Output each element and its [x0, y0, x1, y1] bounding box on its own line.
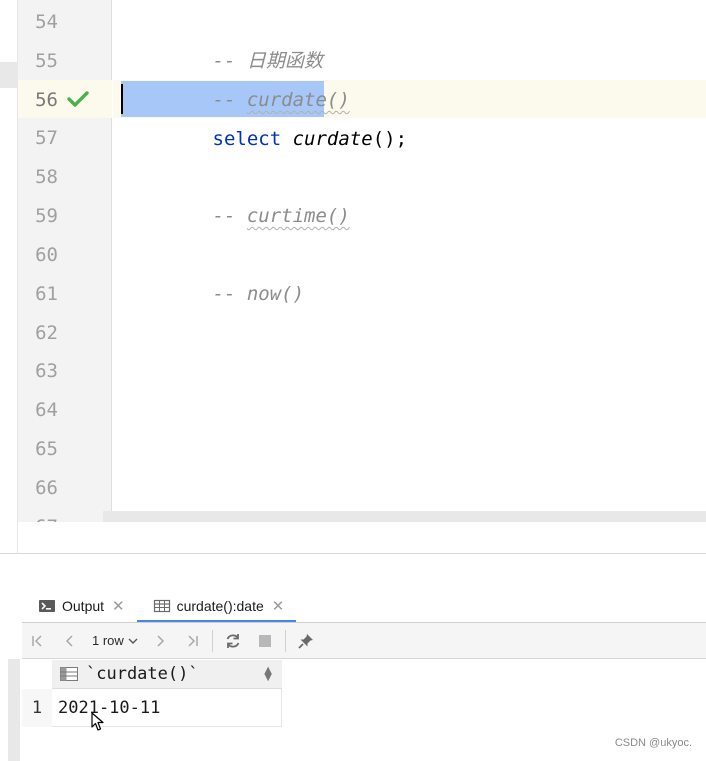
- left-tool-strip: [0, 0, 18, 553]
- table-cell[interactable]: 2021-10-11: [52, 689, 282, 727]
- close-icon[interactable]: ✕: [272, 597, 285, 615]
- line-number: 65: [35, 438, 58, 460]
- comment-prefix: --: [212, 204, 247, 227]
- line-gutter: 54 55 56 57 58 59 60 61 62 63 64 65 66 6…: [18, 0, 112, 522]
- comment-prefix: --: [212, 282, 247, 305]
- column-name: `curdate()`: [86, 664, 199, 684]
- line-number: 61: [35, 283, 58, 305]
- result-toolbar: 1 row: [22, 623, 706, 659]
- line-number: 66: [35, 477, 58, 499]
- tab-output[interactable]: Output ✕: [22, 590, 137, 622]
- line-number: 55: [35, 50, 58, 72]
- rows-dropdown[interactable]: 1 row: [86, 627, 144, 655]
- mouse-cursor-icon: [91, 712, 104, 731]
- sql-punctuation: ();: [372, 127, 408, 150]
- line-number-current: 56: [35, 89, 58, 111]
- grid-left-gutter: [8, 659, 20, 761]
- sql-function: curdate: [292, 127, 373, 150]
- check-icon: [67, 91, 89, 107]
- left-strip-marker: [0, 62, 18, 88]
- line-number: 54: [35, 11, 58, 33]
- sql-keyword: select: [212, 127, 282, 150]
- close-icon[interactable]: ✕: [112, 597, 125, 615]
- row-number[interactable]: 1: [22, 689, 52, 727]
- line-number: 67: [18, 508, 58, 522]
- ide-window: 54 55 56 57 58 59 60 61 62 63 64 65 66 6…: [0, 0, 706, 761]
- line-number: 59: [35, 205, 58, 227]
- line-number: 60: [35, 244, 58, 266]
- toolbar-separator: [284, 629, 286, 652]
- text-caret: [121, 84, 123, 114]
- line-number: 57: [35, 127, 58, 149]
- tab-label: curdate():date: [176, 598, 264, 614]
- pin-icon[interactable]: [290, 627, 322, 655]
- watermark: CSDN @ukyoc.: [614, 737, 692, 749]
- comment-text: curtime(): [246, 204, 350, 227]
- horizontal-scrollbar[interactable]: [103, 511, 706, 522]
- column-icon: [60, 667, 78, 681]
- next-page-icon[interactable]: [144, 627, 176, 655]
- code-line-60[interactable]: -- now(): [121, 236, 305, 352]
- table-icon: [153, 599, 170, 613]
- console-icon: [39, 600, 55, 612]
- column-header[interactable]: `curdate()` ▲ ▼: [52, 660, 282, 689]
- tab-curdate-result[interactable]: curdate():date ✕: [136, 590, 297, 623]
- line-number: 62: [35, 322, 58, 344]
- comment-text: now(): [246, 282, 305, 305]
- chevron-down-icon: [128, 638, 138, 644]
- refresh-icon[interactable]: [217, 627, 249, 655]
- first-page-icon[interactable]: [22, 627, 54, 655]
- result-tabs: Output ✕ curdate():date ✕: [22, 590, 297, 623]
- stop-icon[interactable]: [249, 627, 281, 655]
- code-editor[interactable]: 54 55 56 57 58 59 60 61 62 63 64 65 66 6…: [18, 0, 706, 522]
- toolbar-separator: [211, 629, 213, 652]
- tab-label: Output: [62, 598, 105, 614]
- line-number: 58: [35, 166, 58, 188]
- line-number: 64: [35, 399, 58, 421]
- rows-label: 1 row: [92, 633, 124, 648]
- last-page-icon[interactable]: [176, 627, 208, 655]
- line-number: 63: [35, 360, 58, 382]
- sort-icon[interactable]: ▲ ▼: [264, 666, 272, 683]
- code-area[interactable]: -- 日期函数 -- curdate() select curdate(); -…: [113, 0, 706, 522]
- prev-page-icon[interactable]: [54, 627, 86, 655]
